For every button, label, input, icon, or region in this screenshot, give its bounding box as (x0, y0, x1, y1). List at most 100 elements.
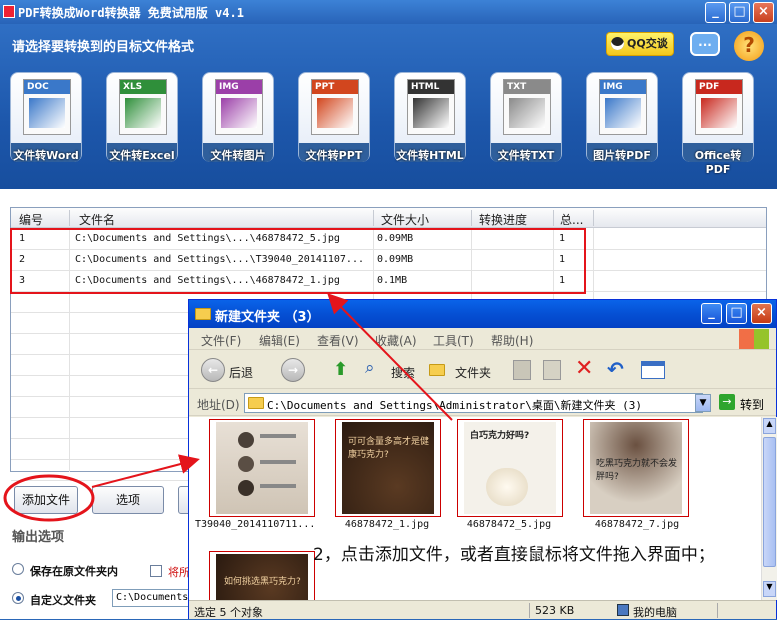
document-icon: IMG (215, 79, 263, 135)
help-icon[interactable]: ? (734, 31, 764, 61)
file-thumbnail[interactable]: 可可含量多高才是健康巧克力? (335, 419, 441, 517)
address-label: 地址(D) (197, 398, 240, 412)
col-header-size[interactable]: 文件大小 (381, 211, 429, 228)
back-arrow-icon[interactable]: ← (201, 358, 225, 382)
thumb-caption: 如何挑选黑巧克力? (224, 577, 301, 587)
highlight-add-file (3, 474, 95, 522)
menu-file[interactable]: 文件(F) (201, 332, 241, 349)
tool-label: 文件转Word (13, 149, 79, 162)
file-view[interactable]: T39040_2014110711... 可可含量多高才是健康巧克力? 4687… (189, 417, 761, 600)
close-button[interactable]: × (753, 2, 774, 23)
go-arrow-icon[interactable]: → (719, 394, 735, 410)
folders-icon[interactable] (429, 364, 445, 376)
format-header: 请选择要转换到的目标文件格式 QQ交谈 ... ? DOC 文件转Word XLS 文… (0, 24, 777, 189)
table-header: 编号 文件名 文件大小 转换进度 总... (11, 208, 766, 228)
tool-xls-1[interactable]: XLS 文件转Excel (106, 72, 178, 162)
format-band: HTML (408, 80, 454, 94)
file-name[interactable]: 46878472_7.jpg (577, 519, 697, 530)
maximize-button[interactable]: □ (729, 2, 750, 23)
menu-view[interactable]: 查看(V) (317, 332, 359, 349)
keep-folder-radio[interactable] (12, 563, 24, 575)
keep-folder-label: 保存在原文件夹内 (30, 565, 118, 578)
col-header-progress[interactable]: 转换进度 (479, 211, 527, 228)
format-picture (317, 98, 353, 128)
address-dropdown-icon[interactable]: ▼ (695, 394, 711, 412)
output-options-title: 输出选项 (12, 530, 65, 545)
file-name[interactable]: 46878472_5.jpg (449, 519, 569, 530)
tool-label: 文件转HTML (396, 149, 464, 162)
document-icon: XLS (119, 79, 167, 135)
thumb-caption: 吃黑巧克力就不会发胖吗? (596, 459, 678, 482)
output-path-field[interactable]: C:\Documents (112, 589, 192, 607)
col-header-total[interactable]: 总... (560, 211, 583, 228)
windows-logo-icon (739, 329, 769, 349)
tool-label: 文件转PPT (305, 149, 363, 162)
go-label[interactable]: 转到 (740, 396, 764, 413)
output-checkbox[interactable] (150, 565, 162, 577)
tool-txt-5[interactable]: TXT 文件转TXT (490, 72, 562, 162)
tool-ppt-3[interactable]: PPT 文件转PPT (298, 72, 370, 162)
tool-img-2[interactable]: IMG 文件转图片 (202, 72, 274, 162)
scroll-down-icon[interactable]: ▼ (763, 581, 776, 597)
col-header-filename[interactable]: 文件名 (79, 211, 115, 228)
format-picture (125, 98, 161, 128)
qq-chat-button[interactable]: QQ交谈 (606, 32, 674, 56)
tool-html-4[interactable]: HTML 文件转HTML (394, 72, 466, 162)
format-prompt: 请选择要转换到的目标文件格式 (12, 40, 195, 55)
file-thumbnail[interactable]: 如何挑选黑巧克力? (209, 551, 315, 600)
forward-arrow-icon[interactable]: → (281, 358, 305, 382)
format-band: PPT (312, 80, 358, 94)
search-label[interactable]: 搜索 (391, 364, 415, 381)
format-band: IMG (600, 80, 646, 94)
tool-pdf-7[interactable]: PDF Office转PDF (682, 72, 754, 176)
format-picture (413, 98, 449, 128)
chat-icon[interactable]: ... (690, 32, 720, 56)
scroll-up-icon[interactable]: ▲ (763, 418, 776, 434)
options-button[interactable]: 选项 (92, 486, 164, 514)
format-band: IMG (216, 80, 262, 94)
app-icon (3, 5, 15, 18)
file-name[interactable]: 46878472_1.jpg (327, 519, 447, 530)
up-folder-icon[interactable]: ⬆ (333, 359, 351, 381)
minimize-button[interactable]: _ (705, 2, 726, 23)
menu-edit[interactable]: 编辑(E) (259, 332, 300, 349)
tool-label: 文件转TXT (497, 149, 555, 162)
delete-icon[interactable]: ✕ (575, 356, 593, 381)
scroll-thumb[interactable] (763, 437, 776, 567)
tool-label: 文件转Excel (109, 149, 175, 162)
folders-label[interactable]: 文件夹 (455, 364, 491, 381)
document-icon: HTML (407, 79, 455, 135)
copy-to-icon[interactable] (543, 360, 561, 380)
undo-icon[interactable]: ↶ (607, 357, 624, 381)
tool-img-6[interactable]: IMG 图片转PDF (586, 72, 658, 162)
address-field[interactable]: C:\Documents and Settings\Administrator\… (244, 393, 703, 413)
vertical-scrollbar[interactable]: ▲ ▼ (761, 417, 777, 600)
menu-help[interactable]: 帮助(H) (491, 332, 533, 349)
views-icon[interactable] (641, 361, 665, 379)
file-thumbnail[interactable] (209, 419, 315, 517)
custom-folder-label: 自定义文件夹 (30, 594, 96, 607)
explorer-maximize-button[interactable]: □ (726, 303, 747, 324)
menu-tools[interactable]: 工具(T) (433, 332, 474, 349)
file-thumbnail[interactable]: 吃黑巧克力就不会发胖吗? (583, 419, 689, 517)
folder-icon (195, 308, 211, 320)
search-icon[interactable]: ⌕ (365, 358, 387, 380)
move-to-icon[interactable] (513, 360, 531, 380)
status-size: 523 KB (535, 604, 575, 617)
tool-label: Office转PDF (694, 149, 742, 176)
file-name[interactable]: T39040_2014110711... (195, 519, 315, 530)
explorer-close-button[interactable]: × (751, 303, 772, 324)
explorer-minimize-button[interactable]: _ (701, 303, 722, 324)
status-bar: 选定 5 个对象 523 KB 我的电脑 (189, 600, 776, 619)
format-band: PDF (696, 80, 742, 94)
file-thumbnail[interactable]: 白巧克力好吗? (457, 419, 563, 517)
tool-label: 文件转图片 (210, 149, 266, 162)
format-picture (29, 98, 65, 128)
col-header-index[interactable]: 编号 (19, 211, 43, 228)
menu-favorites[interactable]: 收藏(A) (375, 332, 417, 349)
tool-doc-0[interactable]: DOC 文件转Word (10, 72, 82, 162)
explorer-window: 新建文件夹 （3） _ □ × 文件(F) 编辑(E) 查看(V) 收藏(A) … (188, 299, 777, 619)
format-picture (701, 98, 737, 128)
custom-folder-radio[interactable] (12, 592, 24, 604)
back-label[interactable]: 后退 (229, 364, 253, 381)
